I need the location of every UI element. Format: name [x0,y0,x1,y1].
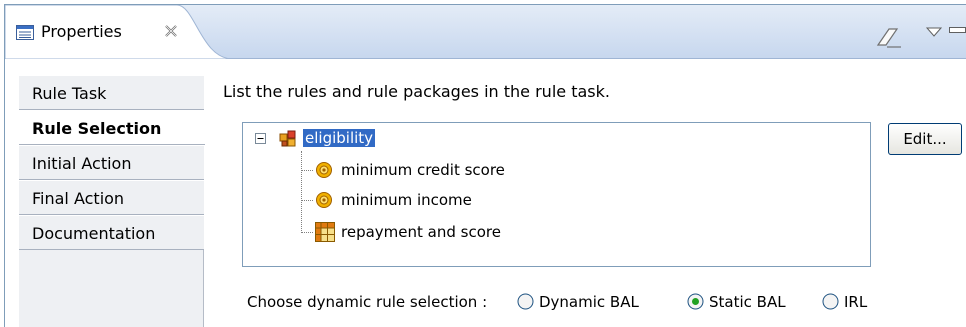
panel-description: List the rules and rule packages in the … [223,82,610,101]
minimize-icon[interactable] [949,27,966,37]
tree-connector [301,232,313,233]
tree-node-label: minimum credit score [341,161,505,179]
radio-unchecked-icon [822,293,839,310]
collapse-minus-icon[interactable] [255,133,266,144]
section-tab-documentation[interactable]: Documentation [19,215,204,250]
tree-node-rule[interactable]: minimum credit score [315,160,565,182]
tree-node-rule[interactable]: minimum income [315,190,565,212]
section-tab-label: Final Action [32,189,125,208]
tree-node-label: minimum income [341,191,472,209]
radio-label: Dynamic BAL [539,293,639,311]
tree-node-root[interactable]: eligibility [255,128,455,150]
view-menu-triangle-icon[interactable] [925,25,943,39]
section-tabs: Rule Task Rule Selection Initial Action … [19,75,205,327]
radio-unchecked-icon [517,293,534,310]
radio-label: Static BAL [709,293,786,311]
section-tab-rule-selection[interactable]: Rule Selection [19,110,205,145]
tab-title: Properties [41,22,122,41]
action-rule-icon [316,162,332,178]
properties-tab[interactable]: Properties [5,5,233,59]
tree-connector [301,170,313,171]
tree-connector [301,151,302,233]
section-tab-label: Rule Task [32,84,107,103]
section-tab-label: Initial Action [32,154,132,173]
dynamic-selection-row: Choose dynamic rule selection : Dynamic … [247,291,947,313]
tree-node-label: eligibility [303,129,376,147]
view-tab-bar: Properties [5,5,966,59]
section-tab-initial-action[interactable]: Initial Action [19,145,204,180]
tree-connector [301,200,313,201]
decision-table-icon [315,222,335,242]
close-x-icon[interactable] [163,23,179,39]
tree-node-rule[interactable]: repayment and score [315,222,565,244]
radio-checked-icon [687,293,704,310]
dynamic-selection-label: Choose dynamic rule selection : [247,293,488,311]
rule-selection-panel: List the rules and rule packages in the … [205,60,966,327]
action-rule-icon [316,192,332,208]
section-tab-label: Documentation [32,224,156,243]
radio-label: IRL [844,293,868,311]
edit-button[interactable]: Edit... [888,123,962,155]
section-tab-label: Rule Selection [32,119,162,138]
section-tab-rule-task[interactable]: Rule Task [19,75,204,110]
tree-node-label: repayment and score [341,223,501,241]
rule-package-icon [279,130,296,147]
eraser-icon[interactable] [875,25,903,49]
properties-list-icon [16,25,34,40]
rule-tree[interactable]: eligibility minimum credit score minimum… [242,122,871,267]
section-tab-final-action[interactable]: Final Action [19,180,204,215]
properties-view: Properties Rule Task Rule Selection Init… [4,4,966,327]
